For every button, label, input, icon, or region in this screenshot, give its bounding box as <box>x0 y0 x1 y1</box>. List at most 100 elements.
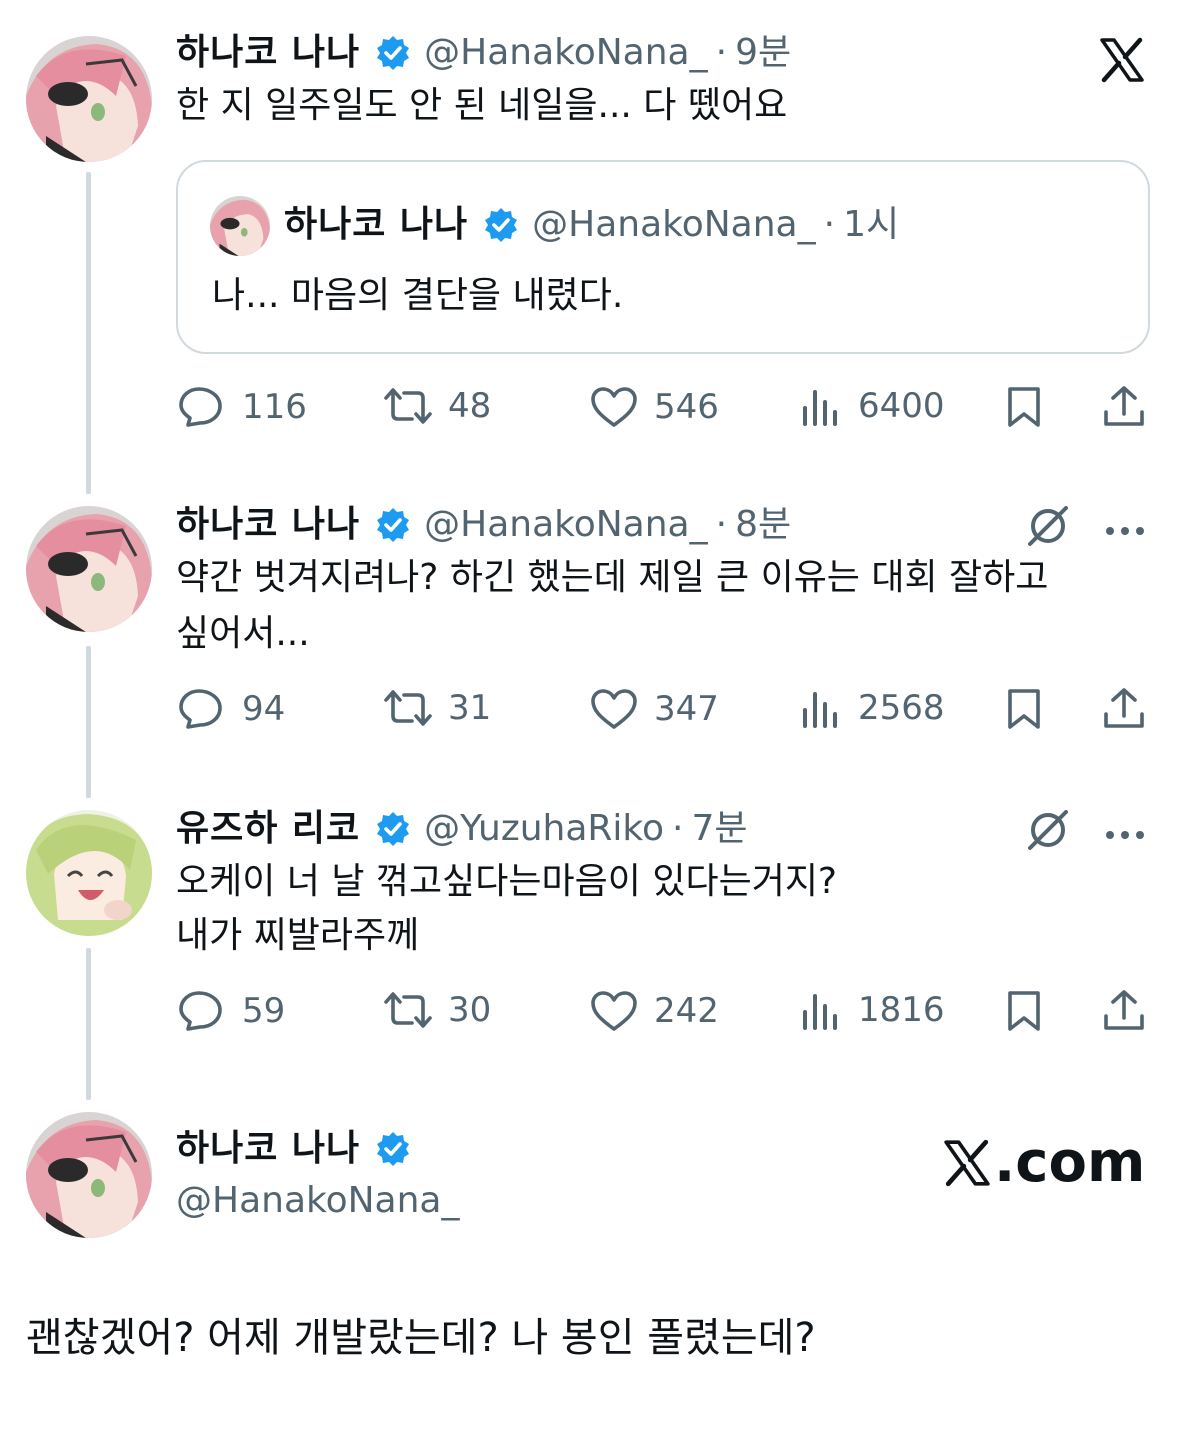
retweet-count: 48 <box>448 386 492 426</box>
share-icon <box>1104 386 1144 426</box>
profile-avatar[interactable] <box>26 1112 152 1238</box>
tweet-text-line-1: 약간 벗겨지려나? 하긴 했는데 제일 큰 이유는 대회 잘하고 <box>176 557 1049 598</box>
quote-timestamp: 1시 <box>843 204 900 245</box>
like-count: 347 <box>654 689 719 729</box>
avatar[interactable] <box>26 36 152 162</box>
share-button[interactable] <box>1102 686 1146 730</box>
retweet-icon <box>384 992 432 1028</box>
reply-count: 94 <box>242 689 286 729</box>
thread-line <box>86 948 91 1100</box>
grok-icon[interactable] <box>1024 502 1072 550</box>
profile-name-row: 하나코 나나 <box>176 1124 424 1174</box>
views-button[interactable]: 2568 <box>800 688 945 728</box>
reply-icon <box>179 387 222 427</box>
retweet-count: 31 <box>448 688 492 728</box>
profile-handle-row: @HanakoNana_ <box>176 1176 459 1226</box>
bookmark-icon <box>1008 991 1040 1031</box>
quote-handle: @HanakoNana_ <box>532 204 816 245</box>
more-options-icon[interactable] <box>1104 826 1146 839</box>
handle[interactable]: @HanakoNana_ <box>424 28 707 78</box>
share-button[interactable] <box>1102 988 1146 1032</box>
reply-icon <box>179 991 222 1031</box>
view-count: 1816 <box>858 990 945 1030</box>
heart-icon <box>591 991 637 1031</box>
heart-icon <box>591 387 637 427</box>
view-count: 2568 <box>858 688 945 728</box>
retweet-icon <box>384 388 432 424</box>
reply-button[interactable]: 116 <box>178 386 307 428</box>
x-logo-icon <box>944 1139 990 1187</box>
display-name[interactable]: 유즈하 리코 <box>176 804 360 854</box>
heart-icon <box>591 689 637 729</box>
separator-dot: · <box>823 204 836 245</box>
views-icon <box>803 994 837 1030</box>
separator-dot: · <box>715 504 728 545</box>
tweet-header: 유즈하 리코 @YuzuhaRiko · 7분 <box>176 804 748 854</box>
reply-button[interactable]: 59 <box>178 990 285 1032</box>
verified-badge-icon <box>374 810 412 848</box>
retweet-button[interactable]: 30 <box>382 990 491 1030</box>
timestamp[interactable]: 9분 <box>735 28 791 78</box>
bookmark-button[interactable] <box>1004 386 1044 428</box>
verified-badge-icon <box>482 206 520 244</box>
reply-count: 116 <box>242 387 307 427</box>
views-button[interactable]: 1816 <box>800 990 945 1030</box>
tweet-text-line-1: 오케이 너 날 꺾고싶다는마음이 있다는거지? <box>176 861 838 902</box>
x-com-text: .com <box>994 1130 1146 1195</box>
quote-avatar <box>210 196 270 256</box>
share-icon <box>1104 990 1144 1030</box>
bookmark-icon <box>1008 387 1040 427</box>
verified-badge-icon <box>374 34 412 72</box>
reply-button[interactable]: 94 <box>178 688 285 730</box>
quote-text: 나... 마음의 결단을 내렸다. <box>212 275 624 316</box>
retweet-button[interactable]: 31 <box>382 688 491 728</box>
profile-handle[interactable]: @HanakoNana_ <box>176 1176 459 1226</box>
grok-icon[interactable] <box>1024 806 1072 854</box>
bookmark-button[interactable] <box>1004 990 1044 1032</box>
tweet-text-line-2: 내가 찌발라주께 <box>176 915 420 956</box>
caption-text: 괜찮겠어? 어제 개발랐는데? 나 봉인 풀렸는데? <box>26 1315 816 1361</box>
views-icon <box>803 692 837 728</box>
retweet-icon <box>384 690 432 726</box>
like-count: 242 <box>654 991 719 1031</box>
handle[interactable]: @HanakoNana_ <box>424 500 707 550</box>
timestamp[interactable]: 7분 <box>691 804 747 854</box>
retweet-button[interactable]: 48 <box>382 386 491 426</box>
views-icon <box>803 390 837 426</box>
verified-badge-icon <box>374 506 412 544</box>
quote-tweet-card[interactable] <box>176 160 1150 354</box>
tweet-header: 하나코 나나 @HanakoNana_ · 8분 <box>176 500 791 550</box>
separator-dot: · <box>715 32 728 73</box>
verified-badge-icon <box>374 1130 412 1168</box>
view-count: 6400 <box>858 386 945 426</box>
tweet-text-line-2: 싶어서... <box>176 613 310 654</box>
more-options-icon[interactable] <box>1104 522 1146 535</box>
like-button[interactable]: 242 <box>590 990 719 1032</box>
like-count: 546 <box>654 387 719 427</box>
tweet-text: 한 지 일주일도 안 된 네일을... 다 뗐어요 <box>176 85 788 126</box>
bookmark-icon <box>1008 689 1040 729</box>
retweet-count: 30 <box>448 990 492 1030</box>
separator-dot: · <box>672 808 684 849</box>
x-logo-icon <box>1098 36 1146 84</box>
thread-line <box>86 646 91 798</box>
timestamp[interactable]: 8분 <box>735 500 791 550</box>
reply-icon <box>179 689 222 729</box>
x-com-watermark: .com <box>942 1128 1145 1198</box>
tweet-header: 하나코 나나 @HanakoNana_ · 9분 <box>176 28 791 78</box>
quote-header: 하나코 나나 @HanakoNana_ · 1시 <box>284 200 899 250</box>
avatar[interactable] <box>26 506 152 632</box>
quote-display-name: 하나코 나나 <box>284 204 469 245</box>
display-name[interactable]: 하나코 나나 <box>176 500 360 550</box>
profile-display-name[interactable]: 하나코 나나 <box>176 1124 360 1174</box>
thread-line <box>86 172 91 494</box>
like-button[interactable]: 347 <box>590 688 719 730</box>
reply-count: 59 <box>242 991 286 1031</box>
handle[interactable]: @YuzuhaRiko <box>424 804 664 854</box>
bookmark-button[interactable] <box>1004 688 1044 730</box>
display-name[interactable]: 하나코 나나 <box>176 28 360 78</box>
share-button[interactable] <box>1102 384 1146 428</box>
avatar[interactable] <box>26 810 152 936</box>
like-button[interactable]: 546 <box>590 386 719 428</box>
views-button[interactable]: 6400 <box>800 386 945 426</box>
